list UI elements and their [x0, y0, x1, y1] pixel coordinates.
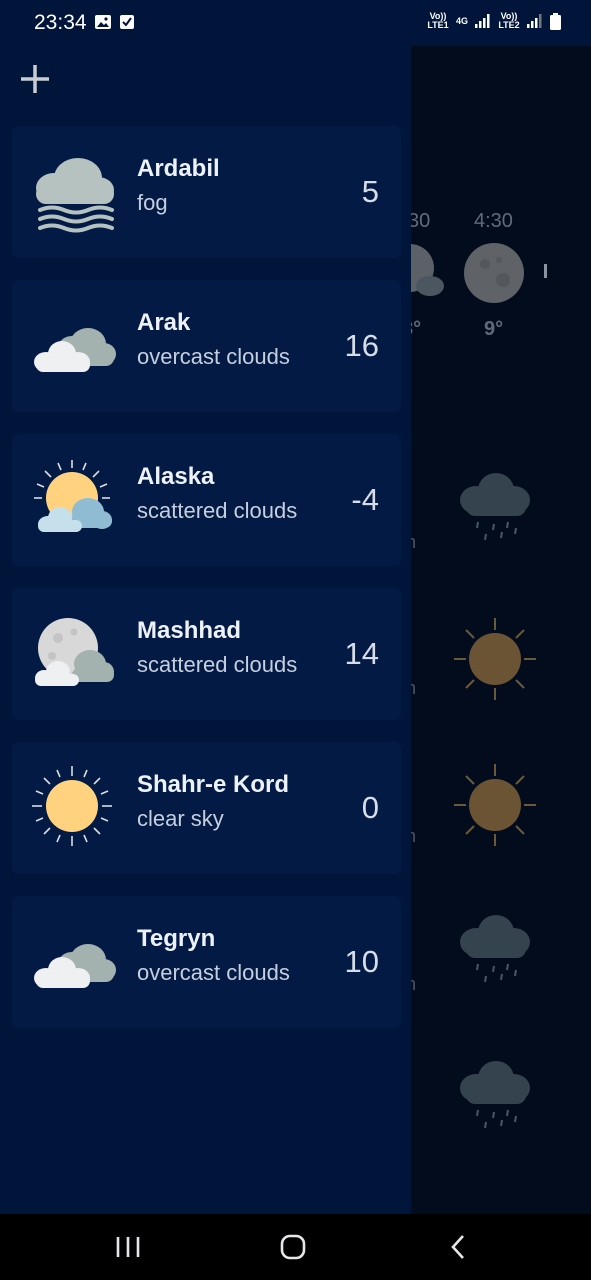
status-bar: 23:34 Vo)) LTE1 4G Vo)) LTE2	[0, 0, 591, 46]
sim2-label: Vo)) LTE2	[498, 11, 520, 30]
city-temperature: 0	[361, 790, 379, 825]
city-card-shahr-e-kord[interactable]: Shahr-e Kord clear sky 0	[12, 742, 401, 874]
sim1-label: Vo)) LTE1	[427, 11, 449, 30]
city-name: Ardabil	[137, 155, 220, 182]
sun-icon	[454, 764, 536, 846]
sun-icon	[32, 766, 112, 846]
network-label: 4G	[455, 15, 468, 26]
status-time: 23:34	[34, 11, 87, 34]
navigation-bar	[0, 1214, 591, 1280]
signal-icon	[527, 14, 542, 28]
moon-clouds-icon	[35, 618, 114, 686]
hourly-time: 30	[408, 210, 431, 232]
city-description: scattered clouds	[137, 498, 298, 523]
sun-clouds-icon	[34, 460, 112, 532]
city-name: Tegryn	[137, 925, 216, 952]
moon-icon	[464, 243, 524, 303]
city-name: Alaska	[137, 463, 215, 490]
city-description: clear sky	[137, 806, 224, 831]
back-icon[interactable]	[438, 1232, 478, 1262]
city-temperature: 16	[344, 328, 379, 363]
rain-icon	[460, 1061, 530, 1129]
rain-icon	[460, 915, 530, 983]
city-description: overcast clouds	[137, 960, 290, 985]
overcast-clouds-icon	[34, 328, 116, 372]
hourly-temp: 9°	[484, 318, 504, 340]
scroll-indicator	[544, 264, 547, 278]
city-card-ardabil[interactable]: Ardabil fog 5	[12, 126, 401, 258]
signal-icon	[475, 14, 490, 28]
recent-apps-icon[interactable]	[108, 1232, 148, 1262]
fog-icon	[36, 158, 114, 233]
home-icon[interactable]	[273, 1232, 313, 1262]
city-card-tegryn[interactable]: Tegryn overcast clouds 10	[12, 896, 401, 1028]
status-right: Vo)) LTE1 4G Vo)) LTE2	[427, 12, 561, 30]
city-drawer: Ardabil fog 5 Arak overcast clouds 16 Al…	[0, 46, 411, 1214]
city-card-arak[interactable]: Arak overcast clouds 16	[12, 280, 401, 412]
city-name: Shahr-e Kord	[137, 771, 290, 798]
rain-icon	[460, 473, 530, 541]
hourly-time: 4:30	[474, 210, 513, 232]
gallery-icon	[95, 15, 111, 29]
checkbox-icon	[120, 15, 134, 29]
city-temperature: 5	[361, 174, 379, 209]
city-description: fog	[137, 190, 168, 215]
city-temperature: -4	[351, 482, 379, 517]
city-name: Arak	[137, 309, 191, 336]
overcast-clouds-icon	[34, 944, 116, 988]
city-temperature: 14	[344, 636, 379, 671]
city-description: overcast clouds	[137, 344, 290, 369]
plus-icon[interactable]	[18, 62, 52, 96]
city-temperature: 10	[344, 944, 379, 979]
city-card-mashhad[interactable]: Mashhad scattered clouds 14	[12, 588, 401, 720]
sun-icon	[454, 618, 536, 700]
city-name: Mashhad	[137, 617, 242, 644]
city-card-alaska[interactable]: Alaska scattered clouds -4	[12, 434, 401, 566]
battery-icon	[550, 12, 561, 30]
city-description: scattered clouds	[137, 652, 298, 677]
